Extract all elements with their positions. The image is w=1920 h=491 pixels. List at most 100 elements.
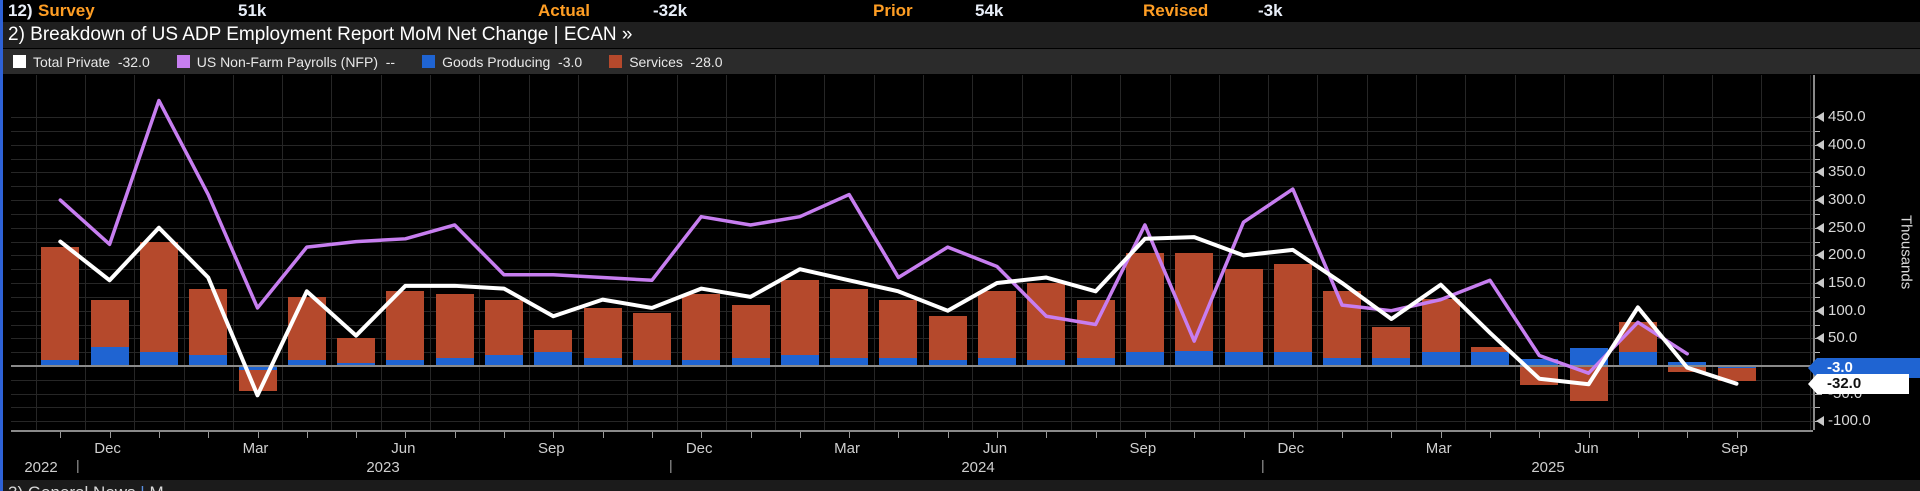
y-tick xyxy=(1815,241,1820,243)
x-tick xyxy=(1440,432,1442,438)
y-tick-label: -100.0 xyxy=(1828,412,1871,430)
y-tick xyxy=(1815,352,1820,354)
x-month-label: Dec xyxy=(94,440,121,457)
x-month-label: Mar xyxy=(1425,440,1452,457)
legend-label: US Non-Farm Payrolls (NFP) -- xyxy=(196,53,396,70)
chart-title-bar[interactable]: 2) Breakdown of US ADP Employment Report… xyxy=(3,22,1920,49)
axis-arrow-icon xyxy=(1816,222,1824,233)
x-month-label: Sep xyxy=(1721,440,1748,457)
legend-label: Total Private -32.0 xyxy=(33,53,150,70)
line-series-layer xyxy=(58,98,1739,398)
x-tick xyxy=(947,432,949,438)
x-year-divider: | xyxy=(1261,457,1265,473)
x-tick xyxy=(997,432,998,438)
y-tick xyxy=(1815,158,1820,160)
chart-title[interactable]: 2) Breakdown of US ADP Employment Report… xyxy=(8,24,632,46)
x-tick xyxy=(1292,432,1294,438)
x-tick xyxy=(504,432,505,438)
revised-value: -3k xyxy=(1258,1,1283,20)
chart-plot-area[interactable] xyxy=(11,75,1813,430)
x-tick xyxy=(405,432,407,438)
x-tick xyxy=(1046,432,1048,438)
axis-arrow-icon xyxy=(1816,305,1824,316)
x-month-label: Mar xyxy=(834,440,861,457)
x-tick xyxy=(1490,432,1491,438)
x-tick xyxy=(602,432,604,438)
legend-item-0[interactable]: Total Private -32.0 xyxy=(13,54,150,70)
axis-arrow-icon xyxy=(1816,112,1824,123)
legend-swatch-icon xyxy=(13,55,26,68)
axis-arrow-icon xyxy=(1816,250,1824,261)
x-tick xyxy=(1588,432,1590,438)
x-month-label: Mar xyxy=(242,440,269,457)
axis-arrow-icon xyxy=(1816,167,1824,178)
y-tick xyxy=(1815,296,1820,298)
axis-arrow-icon xyxy=(1816,195,1824,206)
x-tick xyxy=(208,432,210,438)
y-tick xyxy=(1815,213,1820,215)
x-tick xyxy=(750,432,752,438)
legend-label: Services -28.0 xyxy=(629,53,723,70)
legend-item-2[interactable]: Goods Producing -3.0 xyxy=(422,54,582,70)
legend-label: Goods Producing -3.0 xyxy=(442,53,583,70)
revised-label: Revised xyxy=(1143,1,1209,20)
x-year-label: 2022 xyxy=(24,459,58,476)
x-month-label: Dec xyxy=(685,440,713,457)
x-year-label: 2023 xyxy=(366,459,400,476)
x-tick xyxy=(849,432,851,438)
y-tick-label: 450.0 xyxy=(1828,108,1866,126)
axis-arrow-icon xyxy=(1816,278,1824,289)
x-tick xyxy=(898,432,900,438)
x-tick xyxy=(158,432,160,438)
x-tick xyxy=(553,432,555,438)
row-number[interactable]: 12) xyxy=(8,1,33,21)
bloomberg-ecan-screen: 12) Survey 51k Actual -32k Prior 54k Rev… xyxy=(0,0,1920,491)
x-tick xyxy=(1194,432,1196,438)
release-header-row: 12) Survey 51k Actual -32k Prior 54k Rev… xyxy=(3,0,1920,22)
x-tick xyxy=(1243,432,1245,438)
x-tick xyxy=(356,432,358,438)
prior-label: Prior xyxy=(873,1,913,20)
x-tick xyxy=(1342,432,1344,438)
axis-arrow-icon xyxy=(1816,333,1824,344)
survey-label[interactable]: Survey xyxy=(38,1,95,21)
x-month-label: Jun xyxy=(1574,440,1599,457)
chart-legend: Total Private -32.0 US Non-Farm Payrolls … xyxy=(3,49,1920,74)
legend-swatch-icon xyxy=(176,55,190,68)
survey-value: 51k xyxy=(238,1,267,20)
next-row-label[interactable]: 3) General News xyxy=(8,483,136,491)
x-month-label: Jun xyxy=(391,440,416,457)
x-tick xyxy=(701,432,703,438)
y-tick xyxy=(1815,324,1820,326)
total-private-line xyxy=(58,225,1739,398)
x-tick xyxy=(1539,432,1541,438)
actual-label: Actual xyxy=(538,1,590,20)
x-year-divider: | xyxy=(76,457,80,473)
y-tick xyxy=(1815,186,1820,188)
y-tick xyxy=(1815,269,1820,271)
y-tick-label: 250.0 xyxy=(1828,218,1866,236)
x-month-label: Jun xyxy=(982,440,1008,457)
legend-item-3[interactable]: Services -28.0 xyxy=(609,53,723,70)
x-tick xyxy=(257,432,259,438)
x-tick xyxy=(799,432,801,438)
nfp-line xyxy=(58,98,1689,375)
y-tick-label: 200.0 xyxy=(1828,246,1866,264)
x-tick xyxy=(306,432,308,438)
x-tick xyxy=(109,432,111,438)
x-year-label: 2025 xyxy=(1531,459,1565,476)
y-tick xyxy=(1815,393,1822,395)
prior-value: 54k xyxy=(975,1,1004,20)
x-tick xyxy=(1736,432,1738,438)
next-row-strip[interactable]: 3) General News | M xyxy=(3,480,1920,491)
y-tick-label: 50.0 xyxy=(1828,329,1858,347)
legend-item-1[interactable]: US Non-Farm Payrolls (NFP) -- xyxy=(176,53,396,70)
x-month-label: Sep xyxy=(537,440,565,457)
x-tick xyxy=(1687,432,1689,438)
next-row-label-2: M xyxy=(145,483,163,491)
total-private-value-tag: -32.0 xyxy=(1808,373,1909,394)
y-tick xyxy=(1815,130,1820,132)
legend-swatch-icon xyxy=(422,55,436,68)
y-tick-label: 400.0 xyxy=(1828,135,1866,153)
x-year-divider: | xyxy=(669,457,673,473)
